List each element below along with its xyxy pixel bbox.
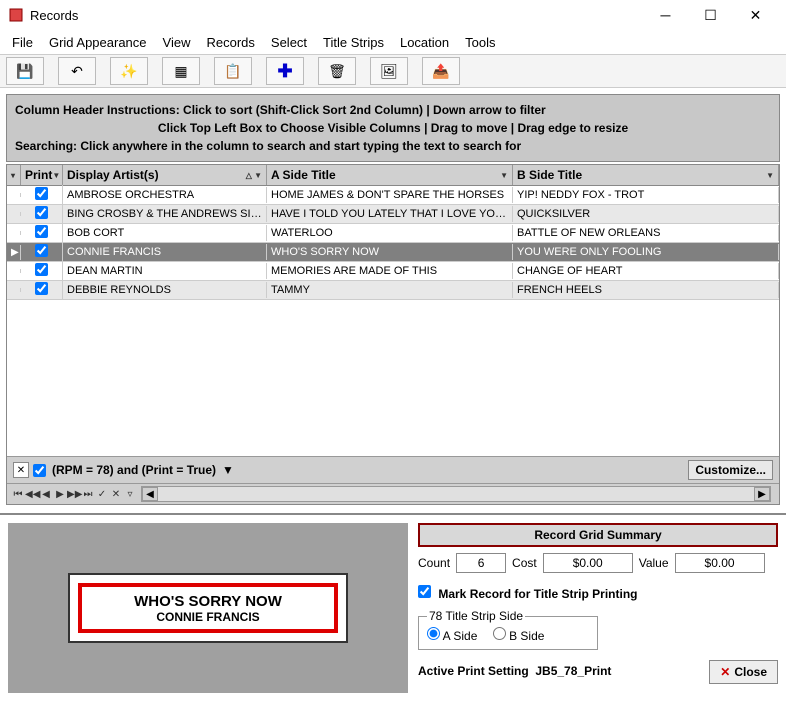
menu-title-strips[interactable]: Title Strips (315, 31, 392, 54)
side-a-radio[interactable] (427, 627, 440, 640)
strip-title: WHO'S SORRY NOW (134, 593, 282, 610)
table-row[interactable]: BOB CORTWATERLOOBATTLE OF NEW ORLEANS (7, 224, 779, 243)
cell-bside[interactable]: YOU WERE ONLY FOOLING (513, 244, 779, 260)
filter-text: (RPM = 78) and (Print = True) (52, 463, 216, 477)
count-value: 6 (456, 553, 506, 573)
cell-bside[interactable]: QUICKSILVER (513, 206, 779, 222)
close-icon: ✕ (720, 665, 730, 679)
maximize-button[interactable]: ☐ (688, 1, 733, 29)
cell-bside[interactable]: YIP! NEDDY FOX - TROT (513, 187, 779, 203)
h-scrollbar[interactable]: ◀▶ (141, 486, 771, 502)
grid-button[interactable]: ▦ (162, 57, 200, 85)
column-selector[interactable]: ▾ (7, 165, 21, 185)
cell-bside[interactable]: CHANGE OF HEART (513, 263, 779, 279)
print-checkbox[interactable] (35, 263, 48, 276)
nav-prev[interactable]: ◀ (39, 489, 53, 500)
save-button[interactable]: 💾 (6, 57, 44, 85)
cell-artist[interactable]: AMBROSE ORCHESTRA (63, 187, 267, 203)
export-button[interactable]: 📤 (422, 57, 460, 85)
undo-button[interactable]: ↶ (58, 57, 96, 85)
strip-artist: CONNIE FRANCIS (156, 610, 259, 624)
summary-panel: Record Grid Summary Count 6 Cost $0.00 V… (418, 523, 778, 693)
table-row[interactable]: DEAN MARTINMEMORIES ARE MADE OF THISCHAN… (7, 262, 779, 281)
records-grid: ▾ Print▼ Display Artist(s)△ ▼ A Side Tit… (6, 164, 780, 505)
nav-filter-icon[interactable]: ▿ (123, 489, 137, 500)
window-title: Records (30, 8, 643, 23)
cell-aside[interactable]: MEMORIES ARE MADE OF THIS (267, 263, 513, 279)
cost-value: $0.00 (543, 553, 633, 573)
nav-last[interactable]: ⏭ (81, 489, 95, 500)
cell-bside[interactable]: BATTLE OF NEW ORLEANS (513, 225, 779, 241)
toolbar: 💾 ↶ ✨ ▦ 📋 ✚ 🗑 🖼 📤 (0, 54, 786, 88)
filter-close-button[interactable]: ✕ (13, 462, 29, 478)
image-button[interactable]: 🖼 (370, 57, 408, 85)
nav-next-page[interactable]: ▶▶ (67, 489, 81, 500)
print-checkbox[interactable] (35, 244, 48, 257)
cell-artist[interactable]: BOB CORT (63, 225, 267, 241)
filter-dropdown-icon[interactable]: ▼ (222, 463, 234, 477)
title-strip-preview: WHO'S SORRY NOW CONNIE FRANCIS (8, 523, 408, 693)
table-row[interactable]: DEBBIE REYNOLDSTAMMYFRENCH HEELS (7, 281, 779, 300)
active-print-value: JB5_78_Print (535, 664, 611, 678)
titlebar: Records ─ ☐ ✕ (0, 0, 786, 30)
nav-first[interactable]: ⏮ (11, 489, 25, 500)
delete-button[interactable]: 🗑 (318, 57, 356, 85)
filter-enable-checkbox[interactable] (33, 464, 46, 477)
menu-view[interactable]: View (155, 31, 199, 54)
menu-records[interactable]: Records (198, 31, 262, 54)
table-row[interactable]: ▶CONNIE FRANCISWHO'S SORRY NOWYOU WERE O… (7, 243, 779, 262)
cell-aside[interactable]: HAVE I TOLD YOU LATELY THAT I LOVE YOU? (267, 206, 513, 222)
minimize-button[interactable]: ─ (643, 1, 688, 29)
print-checkbox[interactable] (35, 206, 48, 219)
menubar: File Grid Appearance View Records Select… (0, 30, 786, 54)
side-b-radio[interactable] (493, 627, 506, 640)
cell-artist[interactable]: DEBBIE REYNOLDS (63, 282, 267, 298)
nav-prev-page[interactable]: ◀◀ (25, 489, 39, 500)
strip-side-group: 78 Title Strip Side A Side B Side (418, 609, 598, 650)
cell-aside[interactable]: WATERLOO (267, 225, 513, 241)
table-row[interactable]: AMBROSE ORCHESTRAHOME JAMES & DON'T SPAR… (7, 186, 779, 205)
nav-bar: ⏮ ◀◀ ◀ ▶ ▶▶ ⏭ ✓ ✕ ▿ ◀▶ (7, 483, 779, 504)
cell-aside[interactable]: HOME JAMES & DON'T SPARE THE HORSES (267, 187, 513, 203)
app-icon (8, 7, 24, 23)
cell-artist[interactable]: DEAN MARTIN (63, 263, 267, 279)
form-button[interactable]: 📋 (214, 57, 252, 85)
print-checkbox[interactable] (35, 187, 48, 200)
mark-print-checkbox[interactable] (418, 585, 431, 598)
value-value: $0.00 (675, 553, 765, 573)
column-artist[interactable]: Display Artist(s)△ ▼ (63, 165, 267, 185)
cell-artist[interactable]: CONNIE FRANCIS (63, 244, 267, 260)
summary-header: Record Grid Summary (418, 523, 778, 547)
add-button[interactable]: ✚ (266, 57, 304, 85)
column-aside[interactable]: A Side Title▼ (267, 165, 513, 185)
menu-location[interactable]: Location (392, 31, 457, 54)
table-row[interactable]: BING CROSBY & THE ANDREWS SISTE...HAVE I… (7, 205, 779, 224)
customize-button[interactable]: Customize... (688, 460, 773, 480)
menu-grid-appearance[interactable]: Grid Appearance (41, 31, 155, 54)
cell-bside[interactable]: FRENCH HEELS (513, 282, 779, 298)
cell-aside[interactable]: WHO'S SORRY NOW (267, 244, 513, 260)
column-print[interactable]: Print▼ (21, 165, 63, 185)
menu-tools[interactable]: Tools (457, 31, 503, 54)
menu-file[interactable]: File (4, 31, 41, 54)
print-checkbox[interactable] (35, 225, 48, 238)
print-checkbox[interactable] (35, 282, 48, 295)
cell-artist[interactable]: BING CROSBY & THE ANDREWS SISTE... (63, 206, 267, 222)
nav-cancel[interactable]: ✕ (109, 489, 123, 500)
nav-next[interactable]: ▶ (53, 489, 67, 500)
column-bside[interactable]: B Side Title▼ (513, 165, 779, 185)
filter-bar: ✕ (RPM = 78) and (Print = True) ▼ Custom… (7, 456, 779, 483)
nav-check[interactable]: ✓ (95, 489, 109, 500)
close-button[interactable]: ✕Close (709, 660, 778, 684)
close-window-button[interactable]: ✕ (733, 1, 778, 29)
wizard-button[interactable]: ✨ (110, 57, 148, 85)
instructions-panel: Column Header Instructions: Click to sor… (6, 94, 780, 162)
menu-select[interactable]: Select (263, 31, 315, 54)
cell-aside[interactable]: TAMMY (267, 282, 513, 298)
